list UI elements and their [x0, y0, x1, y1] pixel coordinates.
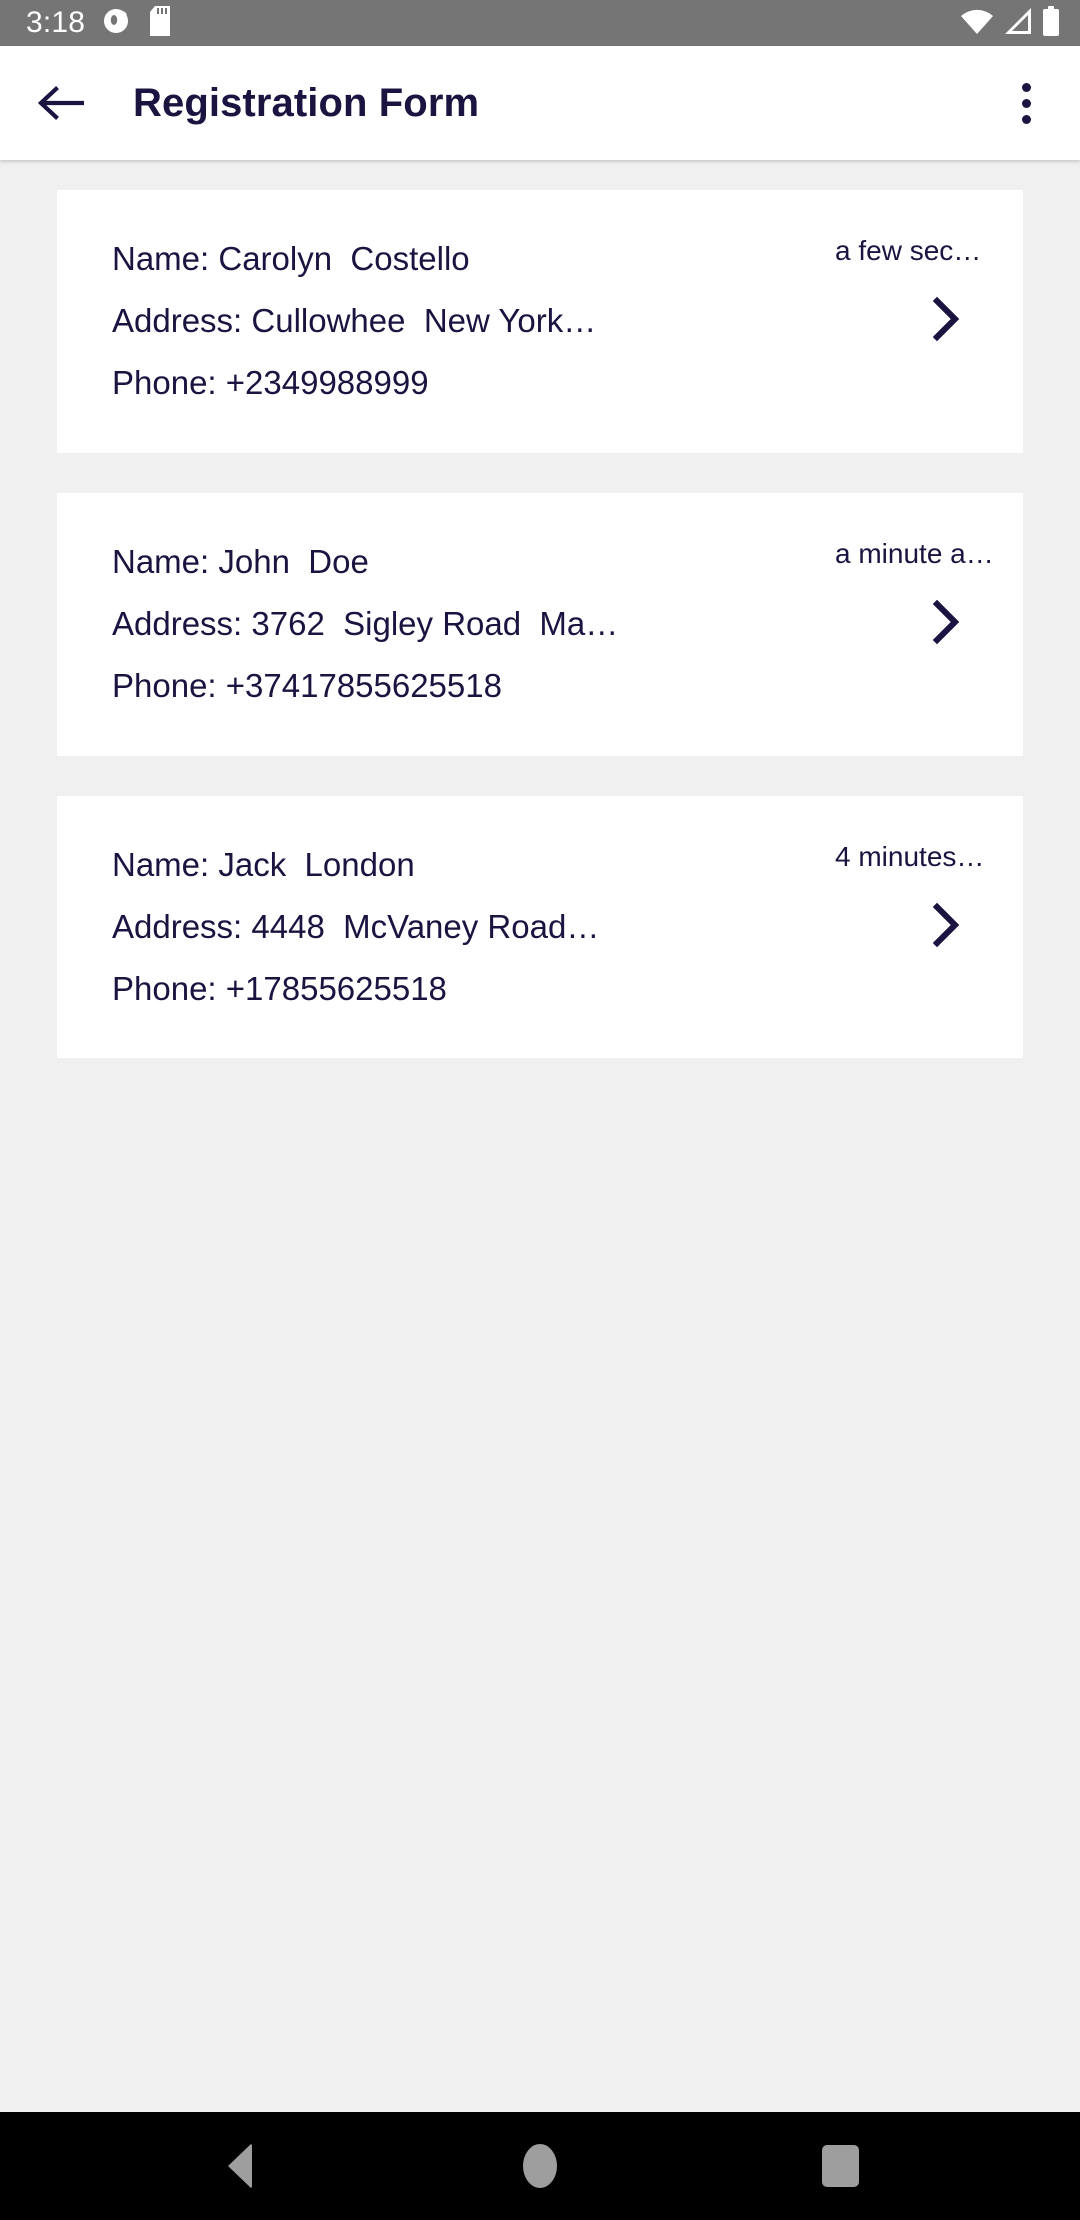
list-item-content: Name: Carolyn Costello Address: Cullowhe…	[57, 190, 813, 453]
nav-home-button[interactable]	[485, 2112, 595, 2220]
list-item-address: Address: Cullowhee New York…	[112, 301, 597, 339]
list-item-content: Name: Jack London Address: 4448 McVaney …	[57, 796, 813, 1059]
list-item[interactable]: Name: Jack London Address: 4448 McVaney …	[57, 795, 1023, 1059]
status-bar: 3:18	[0, 0, 1080, 46]
list-item-phone: Phone: +37417855625518	[112, 666, 502, 704]
system-navigation-bar	[0, 2112, 1080, 2220]
list-item-meta: 4 minutes…	[813, 796, 1023, 1059]
chevron-right-icon[interactable]	[929, 296, 963, 347]
chevron-right-icon[interactable]	[929, 599, 963, 650]
home-circle-icon	[523, 2144, 557, 2188]
list-item[interactable]: Name: Carolyn Costello Address: Cullowhe…	[57, 190, 1023, 453]
list-item-meta: a minute a…	[813, 493, 1023, 756]
back-arrow-icon	[38, 86, 84, 120]
overflow-dot	[1021, 114, 1031, 124]
status-bar-right	[960, 5, 1060, 41]
status-bar-left: 3:18	[26, 5, 171, 41]
list-item-content: Name: John Doe Address: 3762 Sigley Road…	[57, 493, 813, 756]
chevron-right-icon[interactable]	[929, 902, 963, 953]
list-item-phone: Phone: +17855625518	[112, 969, 447, 1007]
wifi-icon	[960, 7, 994, 40]
nav-recents-button[interactable]	[785, 2112, 895, 2220]
nav-back-button[interactable]	[185, 2112, 295, 2220]
list-item-name: Name: Carolyn Costello	[112, 240, 470, 277]
battery-icon	[1042, 5, 1060, 41]
list-item-address: Address: 4448 McVaney Road…	[112, 907, 600, 945]
recents-square-icon	[821, 2145, 859, 2187]
phone-screen: 3:18 Registration Form Name: Carolyn Cos…	[0, 0, 1080, 2220]
overflow-menu-button[interactable]	[996, 68, 1056, 138]
page-title: Registration Form	[133, 80, 480, 125]
list-item-name: Name: John Doe	[112, 542, 369, 580]
list-item[interactable]: Name: John Doe Address: 3762 Sigley Road…	[57, 492, 1023, 756]
list-item-timestamp: 4 minutes…	[835, 840, 985, 872]
sd-card-icon	[149, 5, 171, 41]
list-item-phone: Phone: +2349988999	[112, 363, 429, 401]
overflow-dot	[1021, 82, 1031, 92]
list-item-timestamp: a few sec…	[835, 235, 982, 266]
back-button[interactable]	[30, 72, 92, 134]
notification-icon	[103, 7, 131, 40]
list-item-meta: a few sec…	[813, 190, 1023, 453]
list-item-timestamp: a minute a…	[835, 537, 994, 569]
list-item-address: Address: 3762 Sigley Road Ma…	[112, 604, 619, 642]
back-triangle-icon	[228, 2143, 252, 2189]
app-bar: Registration Form	[0, 46, 1080, 160]
overflow-dot	[1021, 98, 1031, 108]
registration-list[interactable]: Name: Carolyn Costello Address: Cullowhe…	[0, 160, 1080, 2112]
list-item-name: Name: Jack London	[112, 845, 415, 883]
status-bar-clock: 3:18	[26, 6, 86, 39]
cellular-signal-icon	[1003, 7, 1033, 40]
